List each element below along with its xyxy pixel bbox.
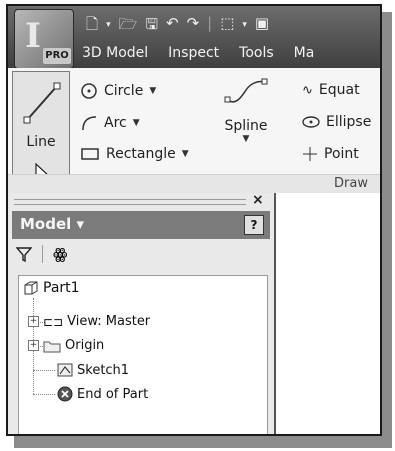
- tree-item-label: View: Master: [67, 314, 151, 329]
- tree-connector: [33, 370, 55, 371]
- graphics-window[interactable]: [276, 193, 380, 434]
- dropdown-arrow-icon[interactable]: ▾: [106, 14, 111, 36]
- rectangle-tool[interactable]: Rectangle ▼: [80, 146, 189, 162]
- redo-icon[interactable]: ↷: [187, 14, 200, 36]
- dropdown-arrow-icon[interactable]: ▼: [149, 86, 156, 96]
- tree-item-label: End of Part: [77, 386, 149, 402]
- tree-item-label: Origin: [65, 338, 105, 353]
- line-label: Line: [26, 134, 56, 150]
- pro-badge: PRO: [43, 48, 71, 64]
- appearance-icon[interactable]: ▣: [255, 14, 269, 36]
- browser-toolbar: ꙮ: [16, 245, 67, 263]
- point-tool[interactable]: Point: [302, 146, 359, 162]
- tree-item-end-of-part[interactable]: End of Part: [57, 386, 148, 402]
- tab-manage[interactable]: Ma: [294, 40, 315, 66]
- title-bar: I PRO 🗋 ▾ 🗁 🖫 ↶ ↷ | ⬚ ▾ ▣ 3D Model Inspe…: [8, 6, 380, 69]
- tab-3d-model[interactable]: 3D Model: [82, 40, 148, 66]
- end-of-part-icon: [57, 386, 73, 402]
- ellipse-label: Ellipse: [326, 114, 372, 130]
- sketch-icon: [57, 363, 73, 377]
- ellipse-tool[interactable]: Ellipse: [302, 114, 371, 130]
- equation-curve-tool[interactable]: ∿ Equat: [302, 82, 360, 98]
- circle-tool[interactable]: Circle ▼: [80, 82, 156, 100]
- dropdown-arrow-icon[interactable]: ▼: [133, 118, 140, 128]
- tree-item-view-master[interactable]: + ⊏⊐ View: Master: [28, 314, 150, 329]
- model-browser: × Model ▾ ? ꙮ Part1 + ⊏⊐ View: Master + …: [8, 192, 276, 434]
- tab-tools[interactable]: Tools: [239, 40, 274, 66]
- spline-icon: [224, 78, 268, 103]
- ribbon-tabs: 3D Model Inspect Tools Ma: [82, 40, 314, 66]
- new-file-icon[interactable]: 🗋: [86, 14, 98, 36]
- equation-label: Equat: [318, 82, 360, 98]
- arc-tool[interactable]: Arc ▼: [80, 114, 140, 132]
- app-logo-icon: I: [25, 16, 41, 56]
- point-label: Point: [324, 146, 359, 162]
- draw-panel-title: Draw: [334, 176, 368, 191]
- arc-icon: [82, 116, 97, 131]
- material-icon[interactable]: ⬚: [220, 14, 234, 36]
- browser-header: Model ▾ ?: [12, 211, 270, 239]
- tree-connector: [33, 394, 55, 395]
- folder-icon: [43, 341, 61, 352]
- save-icon[interactable]: 🖫: [145, 14, 158, 36]
- spline-button[interactable]: Spline ▼: [216, 76, 276, 144]
- close-icon[interactable]: ×: [252, 192, 264, 208]
- expand-icon[interactable]: +: [28, 316, 39, 327]
- point-icon: [303, 147, 317, 161]
- circle-icon: [81, 83, 97, 99]
- equation-curve-icon: ∿: [302, 82, 313, 98]
- app-window: I PRO 🗋 ▾ 🗁 🖫 ↶ ↷ | ⬚ ▾ ▣ 3D Model Inspe…: [6, 4, 382, 436]
- draw-panel-label[interactable]: Draw: [8, 174, 380, 193]
- toolbar-separator: [42, 245, 43, 263]
- toolbar-separator: |: [207, 14, 213, 32]
- dropdown-arrow-icon[interactable]: ▼: [182, 149, 189, 159]
- ribbon: Line Circle ▼ Arc ▼ Rectangle ▼ Spline ▼…: [8, 68, 380, 193]
- part-icon: [24, 281, 38, 295]
- arc-label: Arc: [104, 115, 127, 131]
- tree-item-part1[interactable]: Part1: [23, 280, 80, 296]
- tree-item-origin[interactable]: + Origin: [28, 338, 104, 353]
- application-button[interactable]: I PRO: [14, 9, 74, 69]
- rectangle-icon: [81, 148, 99, 160]
- dropdown-arrow-icon[interactable]: ▾: [242, 14, 247, 36]
- view-icon: ⊏⊐: [43, 314, 64, 329]
- open-folder-icon[interactable]: 🗁: [119, 14, 138, 36]
- tree-item-label: Sketch1: [77, 362, 130, 378]
- line-button[interactable]: Line: [12, 71, 70, 175]
- model-tree: Part1 + ⊏⊐ View: Master + Origin Sketch1: [18, 275, 268, 434]
- tree-item-sketch1[interactable]: Sketch1: [57, 362, 129, 378]
- ellipse-icon: [302, 116, 320, 128]
- undo-icon[interactable]: ↶: [166, 14, 179, 36]
- browser-title[interactable]: Model ▾: [20, 215, 84, 233]
- quick-access-toolbar: 🗋 ▾ 🗁 🖫 ↶ ↷ | ⬚ ▾ ▣: [86, 14, 269, 36]
- filter-icon[interactable]: [16, 246, 32, 262]
- circle-label: Circle: [104, 83, 144, 99]
- line-icon: [23, 82, 61, 124]
- tree-item-label: Part1: [43, 280, 80, 296]
- panel-grip[interactable]: [14, 199, 246, 205]
- rectangle-label: Rectangle: [106, 146, 176, 162]
- tab-inspect[interactable]: Inspect: [168, 40, 219, 66]
- expand-icon[interactable]: +: [28, 340, 39, 351]
- binoculars-icon[interactable]: ꙮ: [53, 245, 67, 263]
- spline-label: Spline: [224, 118, 268, 134]
- help-button[interactable]: ?: [244, 215, 264, 235]
- dropdown-arrow-icon[interactable]: ▼: [216, 134, 276, 144]
